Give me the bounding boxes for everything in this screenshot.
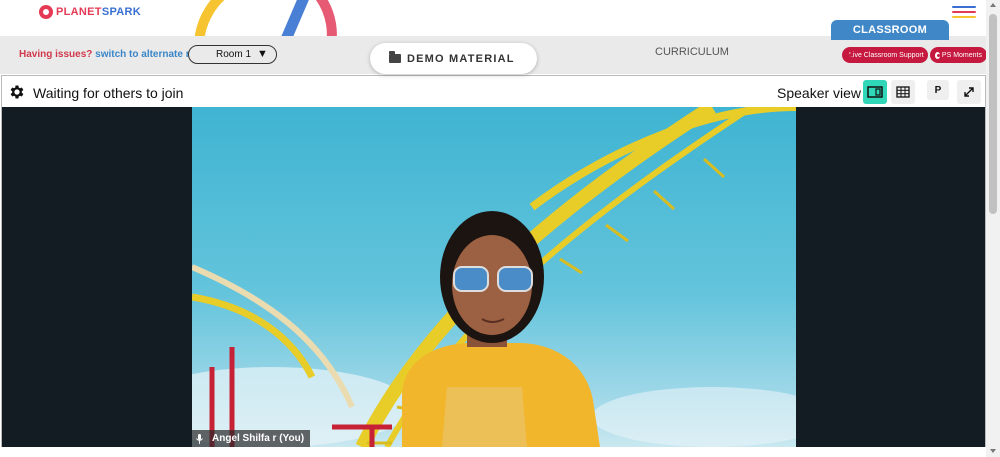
video-scene [192, 107, 796, 447]
scrollbar-thumb[interactable] [989, 14, 997, 214]
speaker-view-button[interactable] [863, 80, 887, 104]
view-mode-label: Speaker view [777, 85, 862, 101]
demo-material-button[interactable]: DEMO MATERIAL [370, 43, 537, 74]
video-stage [2, 107, 985, 447]
alternate-room-prompt: Having issues? switch to alternate room [19, 49, 211, 60]
scroll-up-icon[interactable] [990, 3, 996, 7]
gallery-view-button[interactable] [891, 80, 915, 104]
expand-icon [964, 87, 974, 97]
participant-name-tag: Angel Shilfa r (You) [192, 430, 311, 447]
ps-moments-button[interactable]: PS Moments [930, 47, 987, 63]
logo-mark-icon [39, 5, 53, 19]
logo-wordmark: PLANETSPARK [56, 6, 142, 18]
issues-question: Having issues? [19, 49, 93, 60]
moments-icon [935, 51, 940, 59]
room-select[interactable]: Room 1 ▼ [188, 45, 277, 64]
scroll-down-icon[interactable] [990, 449, 996, 453]
p-button[interactable]: P [927, 80, 949, 100]
fullscreen-button[interactable] [957, 80, 981, 104]
classroom-tab[interactable]: CLASSROOM [831, 20, 949, 40]
planetspark-logo[interactable]: PLANETSPARK [39, 5, 141, 19]
grid-icon [896, 86, 910, 98]
chevron-down-icon: ▼ [257, 48, 268, 60]
microphone-icon [196, 433, 203, 444]
app-root: PLANETSPARK CLASSROOM Having issues? swi… [0, 0, 1000, 457]
bottom-edge [0, 447, 1000, 457]
meeting-status-text: Waiting for others to join [33, 85, 184, 101]
speaker-view-icon [867, 86, 883, 98]
page-scrollbar[interactable] [986, 0, 1000, 457]
moments-label: PS Moments [941, 51, 982, 59]
live-classroom-support-button[interactable]: Live Classroom Support [842, 47, 928, 63]
participant-name: Angel Shilfa r (You) [212, 433, 305, 444]
support-label: Live Classroom Support [849, 51, 924, 59]
curriculum-link[interactable]: CURRICULUM [655, 46, 729, 58]
hamburger-icon[interactable] [952, 6, 976, 20]
demo-material-label: DEMO MATERIAL [407, 53, 515, 65]
participant-video [192, 107, 796, 447]
gear-icon[interactable] [8, 83, 26, 101]
folder-icon [389, 51, 401, 63]
room-select-value: Room 1 [216, 49, 252, 60]
